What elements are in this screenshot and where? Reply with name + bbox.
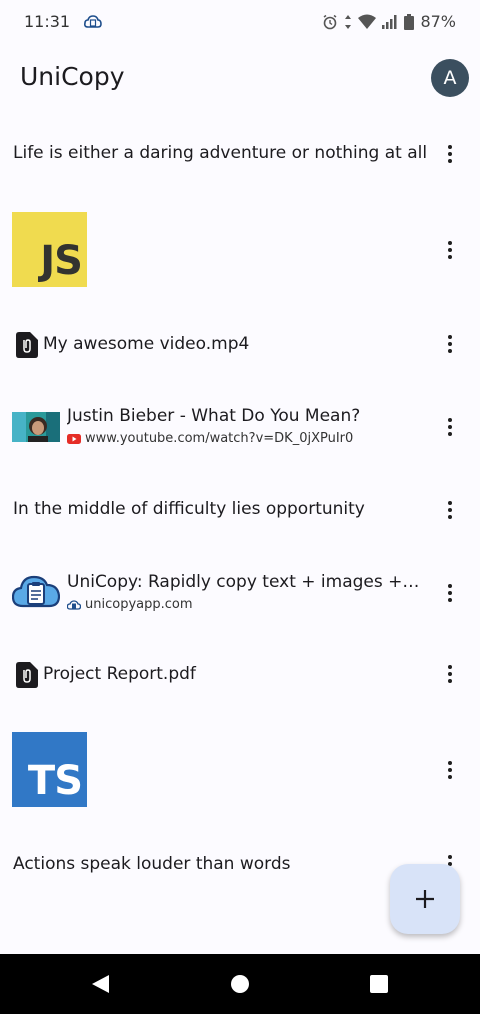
- unicopy-logo-icon: [12, 575, 60, 608]
- link-title: Justin Bieber - What Do You Mean?: [67, 406, 361, 426]
- link-domain: unicopyapp.com: [85, 597, 193, 612]
- list-item-link[interactable]: UniCopy: Rapidly copy text + images + fi…: [0, 556, 480, 632]
- more-vert-icon[interactable]: [442, 142, 458, 166]
- file-attachment-icon: [16, 332, 38, 358]
- more-vert-icon[interactable]: [442, 498, 458, 522]
- list-item-image[interactable]: TS: [0, 720, 480, 820]
- clip-text: Life is either a daring adventure or not…: [13, 143, 428, 163]
- status-bar: 11:31 87%: [0, 0, 480, 44]
- file-attachment-icon: [16, 662, 38, 688]
- more-vert-icon[interactable]: [442, 758, 458, 782]
- system-nav-bar: [0, 954, 480, 1014]
- plus-icon: [416, 890, 434, 908]
- app-bar: UniCopy A: [0, 50, 480, 106]
- more-vert-icon[interactable]: [442, 581, 458, 605]
- file-name: My awesome video.mp4: [43, 334, 250, 354]
- js-logo-image: JS: [12, 212, 87, 287]
- battery-icon: [404, 13, 415, 30]
- link-title: UniCopy: Rapidly copy text + images + fi…: [67, 572, 423, 592]
- more-vert-icon[interactable]: [442, 662, 458, 686]
- more-vert-icon[interactable]: [442, 415, 458, 439]
- status-time: 11:31: [24, 12, 71, 31]
- list-item-text[interactable]: In the middle of difficulty lies opportu…: [0, 480, 480, 540]
- clip-text: Actions speak louder than words: [13, 854, 291, 874]
- image-label: JS: [40, 238, 83, 284]
- clip-text: In the middle of difficulty lies opportu…: [13, 499, 365, 519]
- more-vert-icon[interactable]: [442, 238, 458, 262]
- list-item-text[interactable]: Life is either a daring adventure or not…: [0, 124, 480, 184]
- link-domain: www.youtube.com/watch?v=DK_0jXPuIr0: [85, 431, 354, 446]
- video-thumbnail: [12, 412, 60, 442]
- add-clip-button[interactable]: [390, 864, 460, 934]
- app-title: UniCopy: [20, 62, 125, 91]
- list-item-image[interactable]: JS: [0, 200, 480, 300]
- unicopy-icon: [67, 600, 81, 610]
- ts-logo-image: TS: [12, 732, 87, 807]
- more-vert-icon[interactable]: [442, 332, 458, 356]
- file-name: Project Report.pdf: [43, 664, 196, 684]
- list-item-link[interactable]: Justin Bieber - What Do You Mean? www.yo…: [0, 390, 480, 466]
- data-arrows-icon: [345, 14, 352, 29]
- alarm-icon: [323, 14, 337, 29]
- youtube-icon: [67, 434, 81, 444]
- account-avatar[interactable]: A: [431, 59, 469, 97]
- signal-icon: [382, 14, 397, 29]
- unicopy-notification-icon: [84, 15, 102, 28]
- back-icon[interactable]: [89, 972, 113, 996]
- wifi-icon: [358, 14, 377, 29]
- battery-percent: 87%: [420, 12, 456, 31]
- list-item-file[interactable]: My awesome video.mp4: [0, 314, 480, 374]
- recents-icon[interactable]: [367, 972, 391, 996]
- image-label: TS: [27, 758, 83, 804]
- list-item-file[interactable]: Project Report.pdf: [0, 644, 480, 704]
- home-icon[interactable]: [228, 972, 252, 996]
- status-icons: 87%: [322, 12, 456, 31]
